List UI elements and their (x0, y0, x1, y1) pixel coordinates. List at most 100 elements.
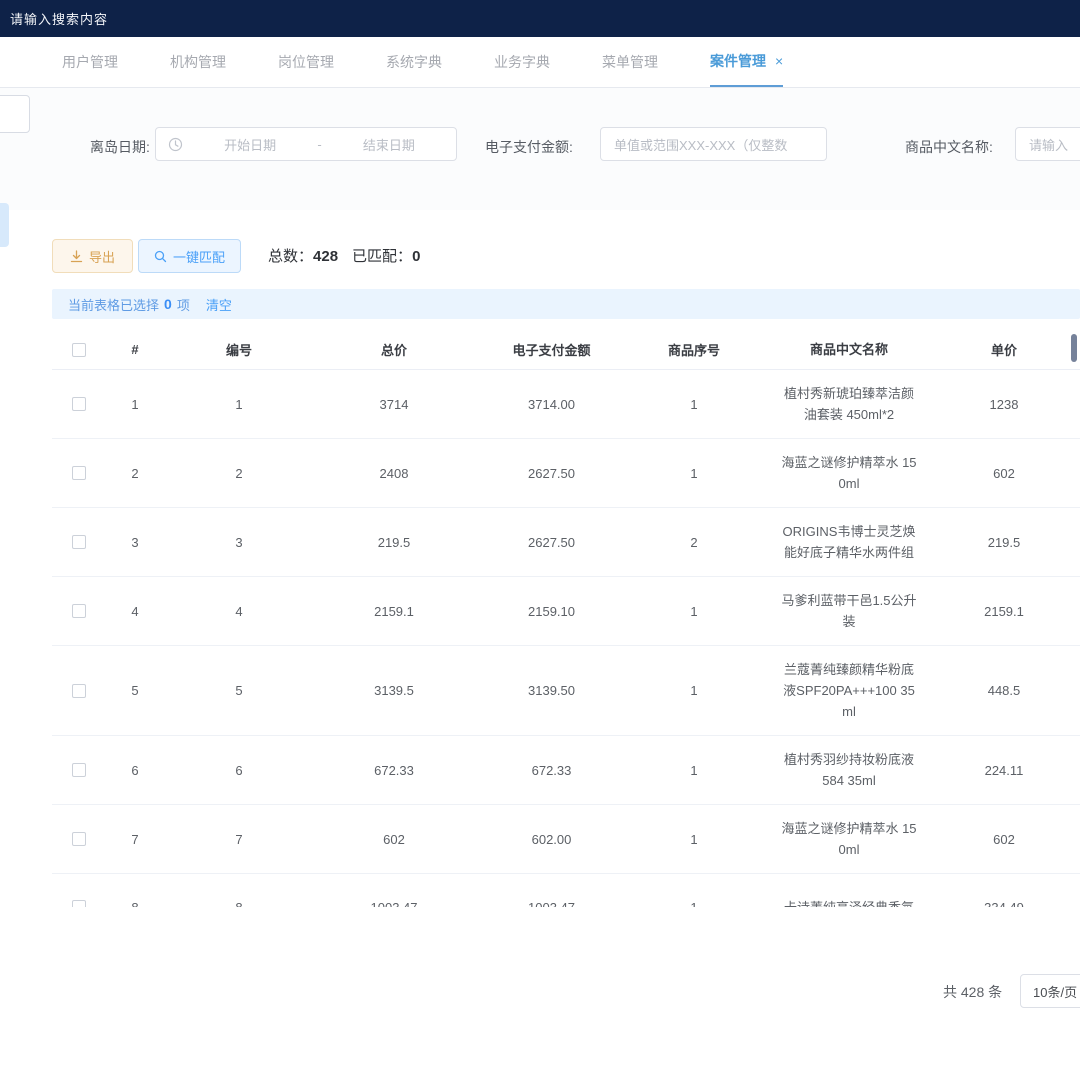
cell-total: 2408 (314, 466, 474, 481)
cell-index: 8 (106, 900, 164, 908)
cell-index: 2 (106, 466, 164, 481)
cell-seq: 1 (629, 466, 759, 481)
tab-user-management[interactable]: 用户管理 (62, 37, 118, 87)
header-name: 商品中文名称 (759, 330, 939, 373)
pagination-total: 共 428 条 (943, 982, 1002, 1002)
table-row: 6 6 672.33 672.33 1 植村秀羽纱持妆粉底液 584 35ml … (52, 736, 1080, 805)
cell-seq: 1 (629, 604, 759, 619)
cell-index: 3 (106, 535, 164, 550)
product-name-input[interactable]: 请输入 (1015, 127, 1080, 161)
total-value: 428 (313, 248, 338, 265)
match-label: 一键匹配 (173, 247, 225, 266)
tab-post-management[interactable]: 岗位管理 (278, 37, 334, 87)
table-row: 1 1 3714 3714.00 1 植村秀新琥珀臻萃洁颜油套装 450ml*2… (52, 370, 1080, 439)
table-row: 2 2 2408 2627.50 1 海蓝之谜修护精萃水 150ml 602 (52, 439, 1080, 508)
date-end-input[interactable]: 结束日期 (322, 135, 456, 154)
cell-name: 海蓝之谜修护精萃水 150ml (759, 439, 939, 507)
download-icon (70, 250, 83, 263)
cell-code: 8 (164, 900, 314, 908)
cell-code: 4 (164, 604, 314, 619)
cell-total: 219.5 (314, 535, 474, 550)
cell-total: 672.33 (314, 763, 474, 778)
cell-epay: 602.00 (474, 832, 629, 847)
cell-epay: 1003.47 (474, 900, 629, 908)
cell-epay: 2627.50 (474, 466, 629, 481)
tab-label: 业务字典 (494, 52, 550, 72)
tab-label: 系统字典 (386, 52, 442, 72)
cell-unit: 602 (939, 832, 1069, 847)
global-search-input[interactable]: 请输入搜索内容 (10, 9, 108, 28)
cell-unit: 334.49 (939, 900, 1069, 908)
cell-name: 海蓝之谜修护精萃水 150ml (759, 805, 939, 873)
cell-total: 602 (314, 832, 474, 847)
cell-index: 5 (106, 683, 164, 698)
cell-code: 6 (164, 763, 314, 778)
cell-seq: 1 (629, 832, 759, 847)
cell-epay: 672.33 (474, 763, 629, 778)
row-checkbox[interactable] (72, 832, 86, 846)
select-all-checkbox[interactable] (72, 343, 86, 357)
cell-total: 1003.47 (314, 900, 474, 908)
partial-left-element (0, 203, 9, 247)
cell-seq: 1 (629, 900, 759, 908)
cell-seq: 1 (629, 763, 759, 778)
selection-count: 0 (164, 296, 172, 312)
close-icon[interactable]: × (775, 53, 783, 69)
tab-business-dict[interactable]: 业务字典 (494, 37, 550, 87)
matched-label: 已匹配： (352, 248, 412, 265)
amount-filter-label: 电子支付金额: (485, 137, 573, 157)
export-label: 导出 (89, 247, 115, 266)
date-range-picker[interactable]: 开始日期 - 结束日期 (155, 127, 457, 161)
table-scrollbar[interactable] (1071, 334, 1077, 362)
tab-case-management[interactable]: 案件管理 × (710, 37, 783, 87)
row-checkbox[interactable] (72, 684, 86, 698)
cell-epay: 2627.50 (474, 535, 629, 550)
tab-org-management[interactable]: 机构管理 (170, 37, 226, 87)
cell-name: 马爹利蓝带干邑1.5公升装 (759, 577, 939, 645)
date-start-input[interactable]: 开始日期 (183, 135, 317, 154)
cell-index: 7 (106, 832, 164, 847)
cell-name: 植村秀新琥珀臻萃洁颜油套装 450ml*2 (759, 370, 939, 438)
amount-placeholder: 单值或范围XXX-XXX（仅整数 (614, 135, 787, 154)
table-row: 3 3 219.5 2627.50 2 ORIGINS韦博士灵芝焕能好底子精华水… (52, 508, 1080, 577)
one-click-match-button[interactable]: 一键匹配 (138, 239, 241, 273)
tab-menu-management[interactable]: 菜单管理 (602, 37, 658, 87)
cell-index: 1 (106, 397, 164, 412)
tab-label: 用户管理 (62, 52, 118, 72)
name-placeholder: 请输入 (1029, 135, 1068, 154)
row-checkbox[interactable] (72, 900, 86, 907)
table-row: 7 7 602 602.00 1 海蓝之谜修护精萃水 150ml 602 (52, 805, 1080, 874)
cell-epay: 3714.00 (474, 397, 629, 412)
cell-total: 3139.5 (314, 683, 474, 698)
search-icon (154, 250, 167, 263)
amount-input[interactable]: 单值或范围XXX-XXX（仅整数 (600, 127, 827, 161)
table-row: 8 8 1003.47 1003.47 1 卡诗菁纯亮泽经典香氛 334.49 (52, 874, 1080, 907)
tab-label: 案件管理 (710, 51, 766, 71)
row-checkbox[interactable] (72, 604, 86, 618)
row-checkbox[interactable] (72, 535, 86, 549)
row-checkbox[interactable] (72, 763, 86, 777)
cell-code: 3 (164, 535, 314, 550)
table-header-row: # 编号 总价 电子支付金额 商品序号 商品中文名称 单价 (52, 330, 1080, 370)
table-row: 4 4 2159.1 2159.10 1 马爹利蓝带干邑1.5公升装 2159.… (52, 577, 1080, 646)
cell-epay: 3139.50 (474, 683, 629, 698)
cell-name: ORIGINS韦博士灵芝焕能好底子精华水两件组 (759, 508, 939, 576)
page-size-select[interactable]: 10条/页 (1020, 974, 1080, 1008)
cell-seq: 1 (629, 397, 759, 412)
header-total: 总价 (314, 340, 474, 359)
selection-bar: 当前表格已选择 0 项 清空 (52, 289, 1080, 319)
row-checkbox[interactable] (72, 466, 86, 480)
cell-code: 1 (164, 397, 314, 412)
name-filter-label: 商品中文名称: (905, 137, 993, 157)
selection-prefix: 当前表格已选择 (68, 295, 159, 314)
cell-epay: 2159.10 (474, 604, 629, 619)
tab-label: 菜单管理 (602, 52, 658, 72)
tab-system-dict[interactable]: 系统字典 (386, 37, 442, 87)
clear-selection-link[interactable]: 清空 (206, 295, 232, 314)
header-index: # (106, 342, 164, 357)
cell-unit: 224.11 (939, 763, 1069, 778)
cell-code: 7 (164, 832, 314, 847)
row-checkbox[interactable] (72, 397, 86, 411)
cell-total: 2159.1 (314, 604, 474, 619)
export-button[interactable]: 导出 (52, 239, 133, 273)
